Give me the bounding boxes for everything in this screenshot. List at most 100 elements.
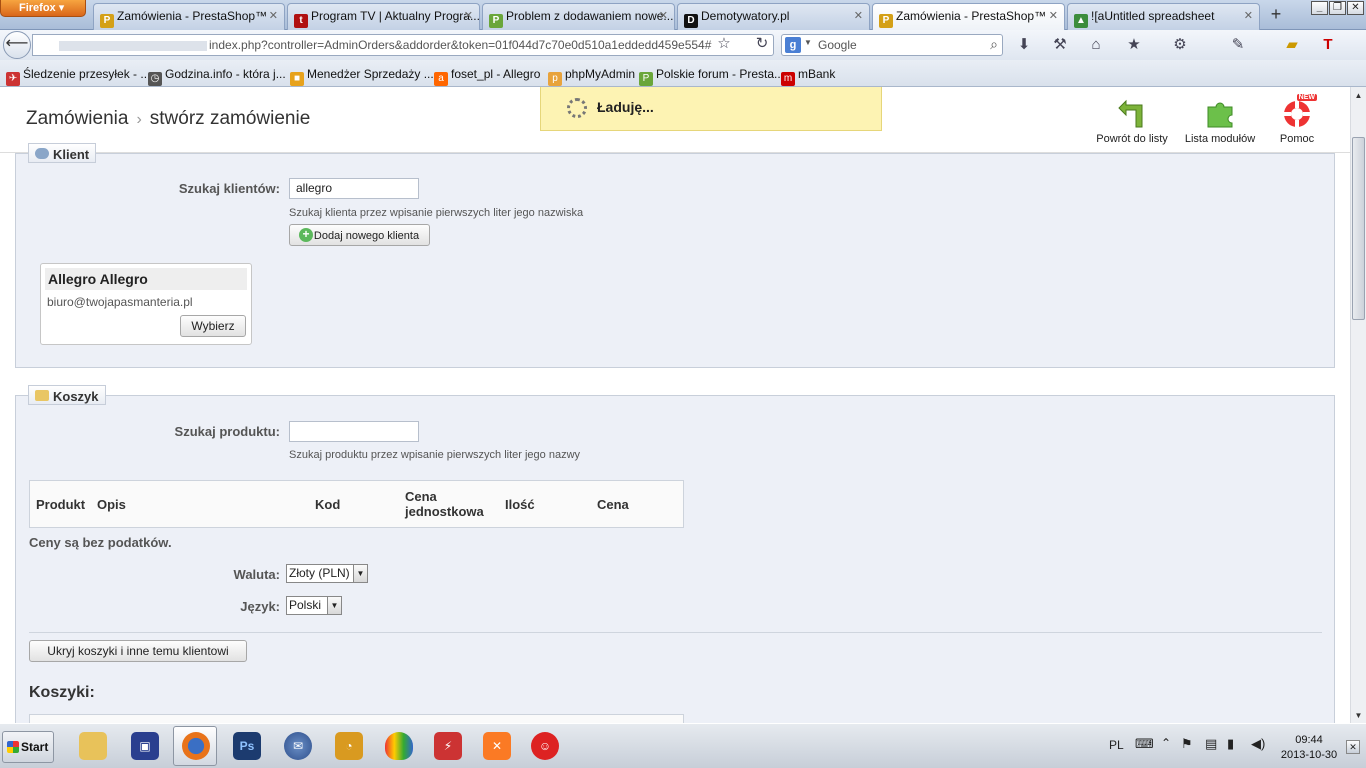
modules-list-button[interactable]: Lista modułów (1182, 97, 1258, 145)
back-button[interactable]: ⟵ (3, 31, 31, 59)
redacted-domain (59, 40, 207, 51)
bookmark-star-icon[interactable]: ☆ (714, 34, 734, 54)
col-description: Opis (97, 497, 126, 512)
chevron-down-icon: ▼ (353, 565, 367, 582)
minimize-button[interactable]: _ (1311, 1, 1328, 15)
client-fieldset: Szukaj klientów: allegro Szukaj klienta … (15, 153, 1335, 368)
close-tab-icon[interactable]: ✕ (659, 9, 668, 22)
show-hidden-icons-icon[interactable]: ⌃ (1161, 736, 1171, 750)
close-tab-icon[interactable]: ✕ (1244, 9, 1253, 22)
wrench-icon[interactable]: ⚒ (1050, 35, 1070, 55)
customer-name: Allegro Allegro (45, 268, 247, 290)
currency-label: Waluta: (233, 567, 280, 582)
return-arrow-icon (1116, 97, 1148, 129)
bookmark-godzina[interactable]: ◷ Godzina.info - która j... (148, 67, 286, 86)
tax-note: Ceny są bez podatków. (29, 535, 172, 550)
tab-demotywatory[interactable]: D Demotywatory.pl ✕ (677, 3, 870, 30)
taskbar-thunderbird[interactable]: ✉ (275, 726, 319, 766)
scrollbar-thumb[interactable] (1352, 137, 1365, 320)
bookmark-menedzer[interactable]: ■ Menedżer Sprzedaży ... (290, 67, 434, 86)
bookmark-mbank[interactable]: m mBank (781, 67, 835, 86)
page-content: Zamówienia › stwórz zamówienie Powrót do l… (0, 87, 1350, 723)
client-search-label: Szukaj klientów: (178, 181, 280, 196)
tab-prestashop-1[interactable]: P Zamówienia - PrestaShop™ ✕ (93, 3, 285, 30)
back-to-list-button[interactable]: Powrót do listy (1094, 97, 1170, 145)
breadcrumb: Zamówienia › stwórz zamówienie (26, 108, 310, 130)
start-button[interactable]: Start (2, 731, 54, 763)
scroll-down-arrow-icon[interactable]: ▼ (1351, 708, 1366, 723)
choose-customer-button[interactable]: Wybierz (180, 315, 246, 337)
chevron-down-icon: ▼ (804, 38, 812, 47)
close-tab-icon[interactable]: ✕ (464, 9, 473, 22)
close-tab-icon[interactable]: ✕ (1049, 9, 1058, 22)
product-search-hint: Szukaj produktu przez wpisanie pierwszyc… (289, 449, 581, 461)
flag-icon[interactable]: ⚑ (1181, 736, 1193, 752)
url-bar[interactable]: index.php?controller=AdminOrders&addorde… (32, 34, 774, 56)
taskbar-photoshop[interactable]: Ps (224, 726, 268, 766)
google-icon: g (785, 37, 801, 53)
divider (29, 632, 1322, 633)
xampp-icon: ✕ (483, 732, 511, 760)
photoshop-icon: Ps (233, 732, 261, 760)
tab-problem[interactable]: P Problem z dodawaniem nowe... ✕ (482, 3, 675, 30)
language-select[interactable]: Polski ▼ (286, 596, 342, 615)
clock[interactable]: 09:44 2013-10-30 (1276, 733, 1342, 763)
network-icon[interactable]: ▮ (1227, 736, 1234, 752)
taskbar-filezilla[interactable]: ⚡ (425, 726, 469, 766)
new-tab-button[interactable]: + (1264, 5, 1288, 27)
firefox-menu-button[interactable]: Firefox ▾ (0, 0, 86, 17)
mbank-icon: m (781, 72, 795, 86)
product-search-input[interactable] (289, 421, 419, 442)
close-tab-icon[interactable]: ✕ (269, 9, 278, 22)
bookmark-icon: ✈ (6, 72, 20, 86)
taskbar-xampp[interactable]: ✕ (474, 726, 518, 766)
reload-icon[interactable]: ↻ (752, 34, 772, 54)
taskbar-balloon[interactable] (376, 726, 420, 766)
prestashop-icon: P (100, 14, 114, 28)
add-client-button[interactable]: + Dodaj nowego klienta (289, 224, 430, 246)
keyboard-icon[interactable]: ⌨ (1135, 736, 1154, 752)
close-tab-icon[interactable]: ✕ (854, 9, 863, 22)
home-icon[interactable]: ⌂ (1086, 35, 1106, 55)
tab-prestashop-active[interactable]: P Zamówienia - PrestaShop™ ✕ (872, 3, 1065, 31)
language-indicator[interactable]: PL (1109, 738, 1124, 752)
col-price: Cena (597, 497, 629, 512)
carts-title: Koszyki: (29, 684, 95, 701)
hide-carts-button[interactable]: Ukryj koszyki i inne temu klientowi (29, 640, 247, 662)
addon-icon[interactable]: ⚙ (1170, 35, 1190, 55)
taskbar-explorer[interactable] (70, 726, 114, 766)
breadcrumb-parent[interactable]: Zamówienia (26, 108, 128, 129)
client-search-input[interactable]: allegro (289, 178, 419, 199)
device-icon[interactable]: ▤ (1205, 736, 1217, 752)
search-bar[interactable]: g ▼ Google ⌕ (781, 34, 1003, 56)
volume-icon[interactable]: ◀) (1251, 736, 1265, 752)
text-icon[interactable]: T (1318, 35, 1338, 55)
tab-program-tv[interactable]: t Program TV | Aktualny Progra... ✕ (287, 3, 480, 30)
tag-icon[interactable]: ▰ (1282, 35, 1302, 55)
taskbar-save[interactable]: ▣ (122, 726, 166, 766)
currency-select[interactable]: Złoty (PLN) ▼ (286, 564, 368, 583)
taskbar-app-10[interactable]: ☺ (522, 726, 566, 766)
bookmark-polskie-forum[interactable]: P Polskie forum - Presta... (639, 67, 784, 86)
bookmarks-menu-icon[interactable]: ★ (1124, 35, 1144, 55)
download-icon[interactable]: ⬇ (1014, 35, 1034, 55)
lifebuoy-icon: NEW (1281, 94, 1317, 129)
taskbar-firefox[interactable] (173, 726, 217, 766)
help-button[interactable]: NEW Pomoc (1272, 94, 1322, 145)
thunderbird-icon: ✉ (284, 732, 312, 760)
allegro-icon: a (434, 72, 448, 86)
search-icon[interactable]: ⌕ (990, 36, 998, 53)
bookmark-phpmyadmin[interactable]: p phpMyAdmin (548, 67, 635, 86)
close-window-button[interactable]: ✕ (1347, 1, 1364, 15)
bookmark-foset-allegro[interactable]: a foset_pl - Allegro (434, 67, 540, 86)
maximize-button[interactable]: ❐ (1329, 1, 1346, 15)
firefox-icon (182, 732, 210, 760)
floppy-icon: ▣ (131, 732, 159, 760)
scroll-up-arrow-icon[interactable]: ▲ (1351, 88, 1366, 103)
show-desktop-button[interactable]: ✕ (1346, 740, 1360, 754)
eyedropper-icon[interactable]: ✎ (1228, 35, 1248, 55)
tab-spreadsheet[interactable]: ▲ ![aUntitled spreadsheet ✕ (1067, 3, 1260, 30)
chevron-down-icon: ▼ (327, 597, 341, 614)
bookmark-sledzenie[interactable]: ✈ Śledzenie przesyłek - ... (6, 67, 150, 86)
taskbar-app-6[interactable]: ◔ (326, 726, 370, 766)
